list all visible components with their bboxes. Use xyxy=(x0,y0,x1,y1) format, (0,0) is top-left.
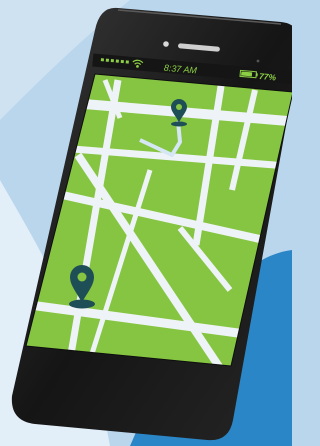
destination-pin[interactable] xyxy=(171,99,187,127)
battery-percent: 77% xyxy=(259,71,277,82)
pin-hole xyxy=(176,104,182,110)
front-camera xyxy=(163,41,169,47)
scene-svg: 8:37 AM 77% xyxy=(0,0,292,446)
pin-hole xyxy=(77,272,87,282)
origin-pin[interactable] xyxy=(69,265,95,309)
phone-map-illustration: 8:37 AM 77% xyxy=(0,0,292,446)
proximity-sensor xyxy=(256,59,260,63)
